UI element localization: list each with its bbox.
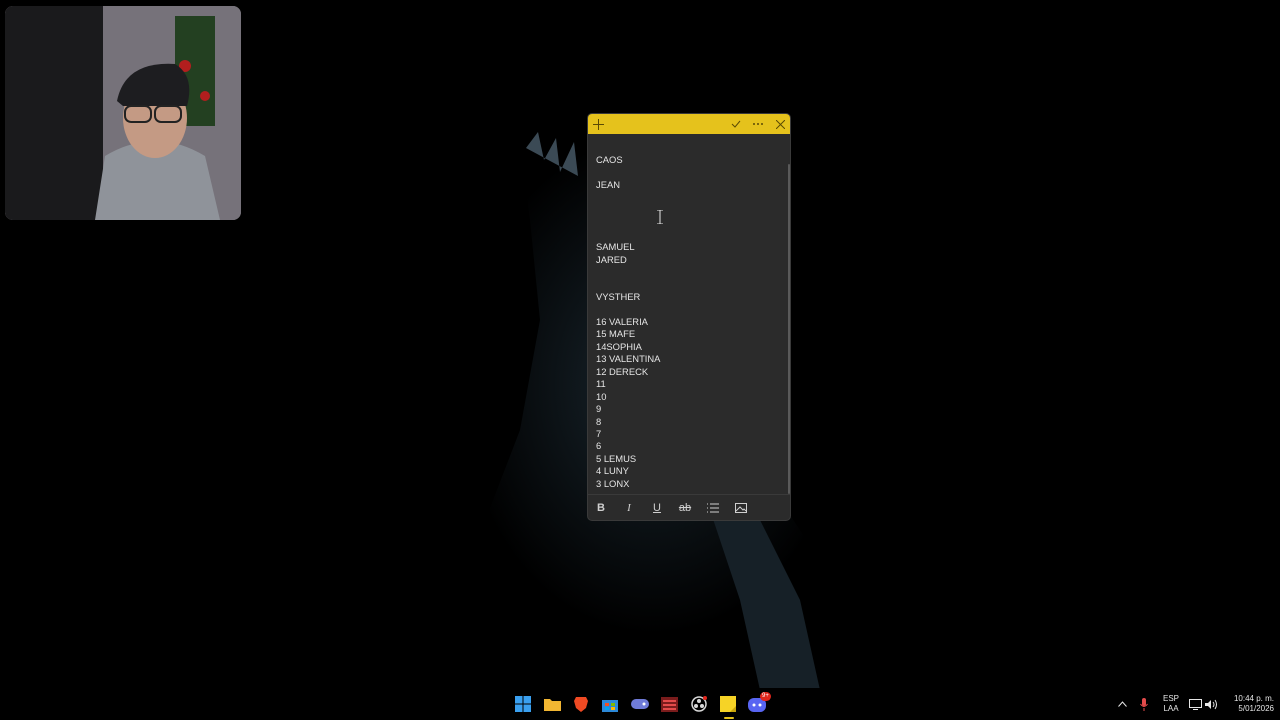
text-cursor-icon (657, 210, 663, 224)
sticky-note-titlebar[interactable] (588, 114, 790, 134)
more-icon[interactable] (748, 114, 768, 134)
sticky-note-window[interactable]: CAOS JEAN SAMUEL JARED VYSTHER 16 VALERI… (588, 114, 790, 520)
note-text-area[interactable]: CAOS JEAN SAMUEL JARED VYSTHER 16 VALERI… (596, 154, 781, 490)
media-app-icon[interactable] (660, 695, 678, 713)
plus-icon[interactable] (588, 114, 608, 134)
bullet-list-icon[interactable] (703, 499, 723, 517)
windows-start-icon[interactable] (514, 695, 532, 713)
language-code: ESP (1162, 694, 1179, 703)
network-icon[interactable] (1188, 695, 1202, 713)
taskbar: 9+ ESP LAA 10:44 p. m. 5/01/2026 (0, 688, 1280, 720)
formatting-toolbar: B I U ab (588, 494, 790, 520)
close-icon[interactable] (770, 114, 790, 134)
image-icon[interactable] (731, 499, 751, 517)
language-layout: LAA (1163, 704, 1179, 713)
clock-date: 5/01/2026 (1238, 704, 1274, 713)
note-scrollbar[interactable] (788, 164, 790, 494)
underline-button[interactable]: U (647, 499, 667, 517)
bold-button[interactable]: B (591, 499, 611, 517)
show-hidden-icons-chevron-icon[interactable] (1115, 695, 1129, 713)
active-app-indicator (724, 717, 734, 719)
clock-time: 10:44 p. m. (1233, 694, 1274, 703)
check-icon[interactable] (726, 114, 746, 134)
discord-notification-badge: 9+ (760, 692, 771, 701)
volume-icon[interactable] (1204, 695, 1218, 713)
strikethrough-button[interactable]: ab (675, 499, 695, 517)
microphone-icon[interactable] (1137, 695, 1151, 713)
brave-browser-icon[interactable] (572, 695, 590, 713)
webcam-overlay (5, 6, 241, 220)
file-explorer-icon[interactable] (543, 695, 561, 713)
clock[interactable]: 10:44 p. m. 5/01/2026 (1222, 694, 1274, 714)
sticky-notes-icon[interactable] (719, 695, 737, 713)
microsoft-store-icon[interactable] (601, 695, 619, 713)
italic-button[interactable]: I (619, 499, 639, 517)
language-indicator[interactable]: ESP LAA (1160, 694, 1182, 714)
obs-studio-icon[interactable] (690, 695, 708, 713)
game-controller-icon[interactable] (631, 695, 649, 713)
